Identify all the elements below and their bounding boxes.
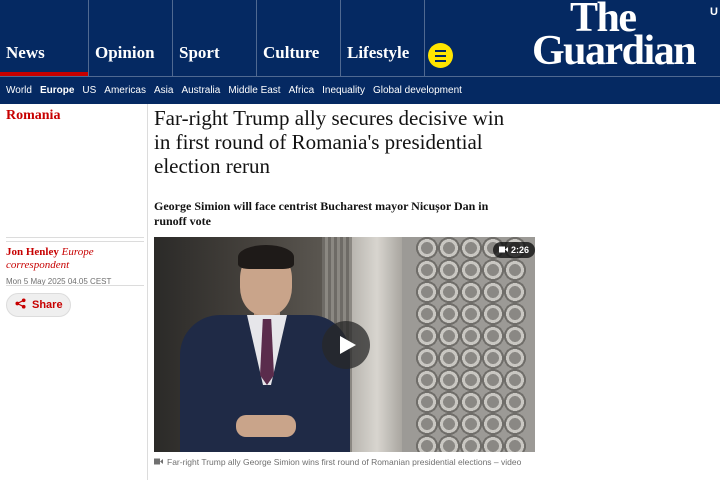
standfirst: George Simion will face centrist Buchare… xyxy=(154,199,489,228)
sub-nav: World Europe US Americas Asia Australia … xyxy=(0,76,720,104)
video-camera-icon xyxy=(499,245,508,255)
subnav-us[interactable]: US xyxy=(82,85,96,96)
video-subject xyxy=(236,415,296,437)
author-name[interactable]: Jon Henley xyxy=(6,246,59,258)
video-duration-badge: 2:26 xyxy=(493,242,535,258)
subnav-australia[interactable]: Australia xyxy=(181,85,220,96)
section-label[interactable]: Romania xyxy=(6,108,60,124)
edition-switch[interactable]: U xyxy=(710,6,718,18)
column-divider xyxy=(147,104,148,480)
video-player[interactable]: 2:26 xyxy=(154,237,535,452)
share-label: Share xyxy=(32,299,63,311)
video-background xyxy=(416,237,526,452)
byline: Jon Henley Europe correspondent xyxy=(6,246,144,272)
rail-divider xyxy=(6,285,144,286)
subnav-world[interactable]: World xyxy=(6,85,32,96)
logo-line-2: Guardian xyxy=(532,28,697,74)
share-button[interactable]: Share xyxy=(6,293,71,317)
subnav-americas[interactable]: Americas xyxy=(104,85,146,96)
video-caption: Far-right Trump ally George Simion wins … xyxy=(154,457,521,467)
pillar-opinion[interactable]: Opinion xyxy=(89,0,173,76)
pillar-culture[interactable]: Culture xyxy=(257,0,341,76)
pillar-lifestyle[interactable]: Lifestyle xyxy=(341,0,425,76)
headline: Far-right Trump ally secures decisive wi… xyxy=(154,106,505,178)
pillar-sport[interactable]: Sport xyxy=(173,0,257,76)
subnav-middle-east[interactable]: Middle East xyxy=(228,85,280,96)
subnav-inequality[interactable]: Inequality xyxy=(322,85,365,96)
video-subject xyxy=(238,245,294,269)
masthead: News Opinion Sport Culture Lifestyle The… xyxy=(0,0,720,76)
video-duration: 2:26 xyxy=(511,245,530,255)
guardian-logo[interactable]: The Guardian xyxy=(532,0,697,74)
subnav-africa[interactable]: Africa xyxy=(289,85,315,96)
pillar-nav: News Opinion Sport Culture Lifestyle xyxy=(0,0,425,76)
subnav-global-development[interactable]: Global development xyxy=(373,85,462,96)
subnav-europe[interactable]: Europe xyxy=(40,85,74,96)
caption-text: Far-right Trump ally George Simion wins … xyxy=(167,457,522,467)
rail-divider xyxy=(6,237,144,242)
share-icon xyxy=(15,298,26,312)
subnav-asia[interactable]: Asia xyxy=(154,85,173,96)
video-camera-icon xyxy=(154,457,163,467)
menu-icon[interactable] xyxy=(428,43,453,68)
pillar-news[interactable]: News xyxy=(0,0,89,76)
play-icon[interactable] xyxy=(322,321,370,369)
